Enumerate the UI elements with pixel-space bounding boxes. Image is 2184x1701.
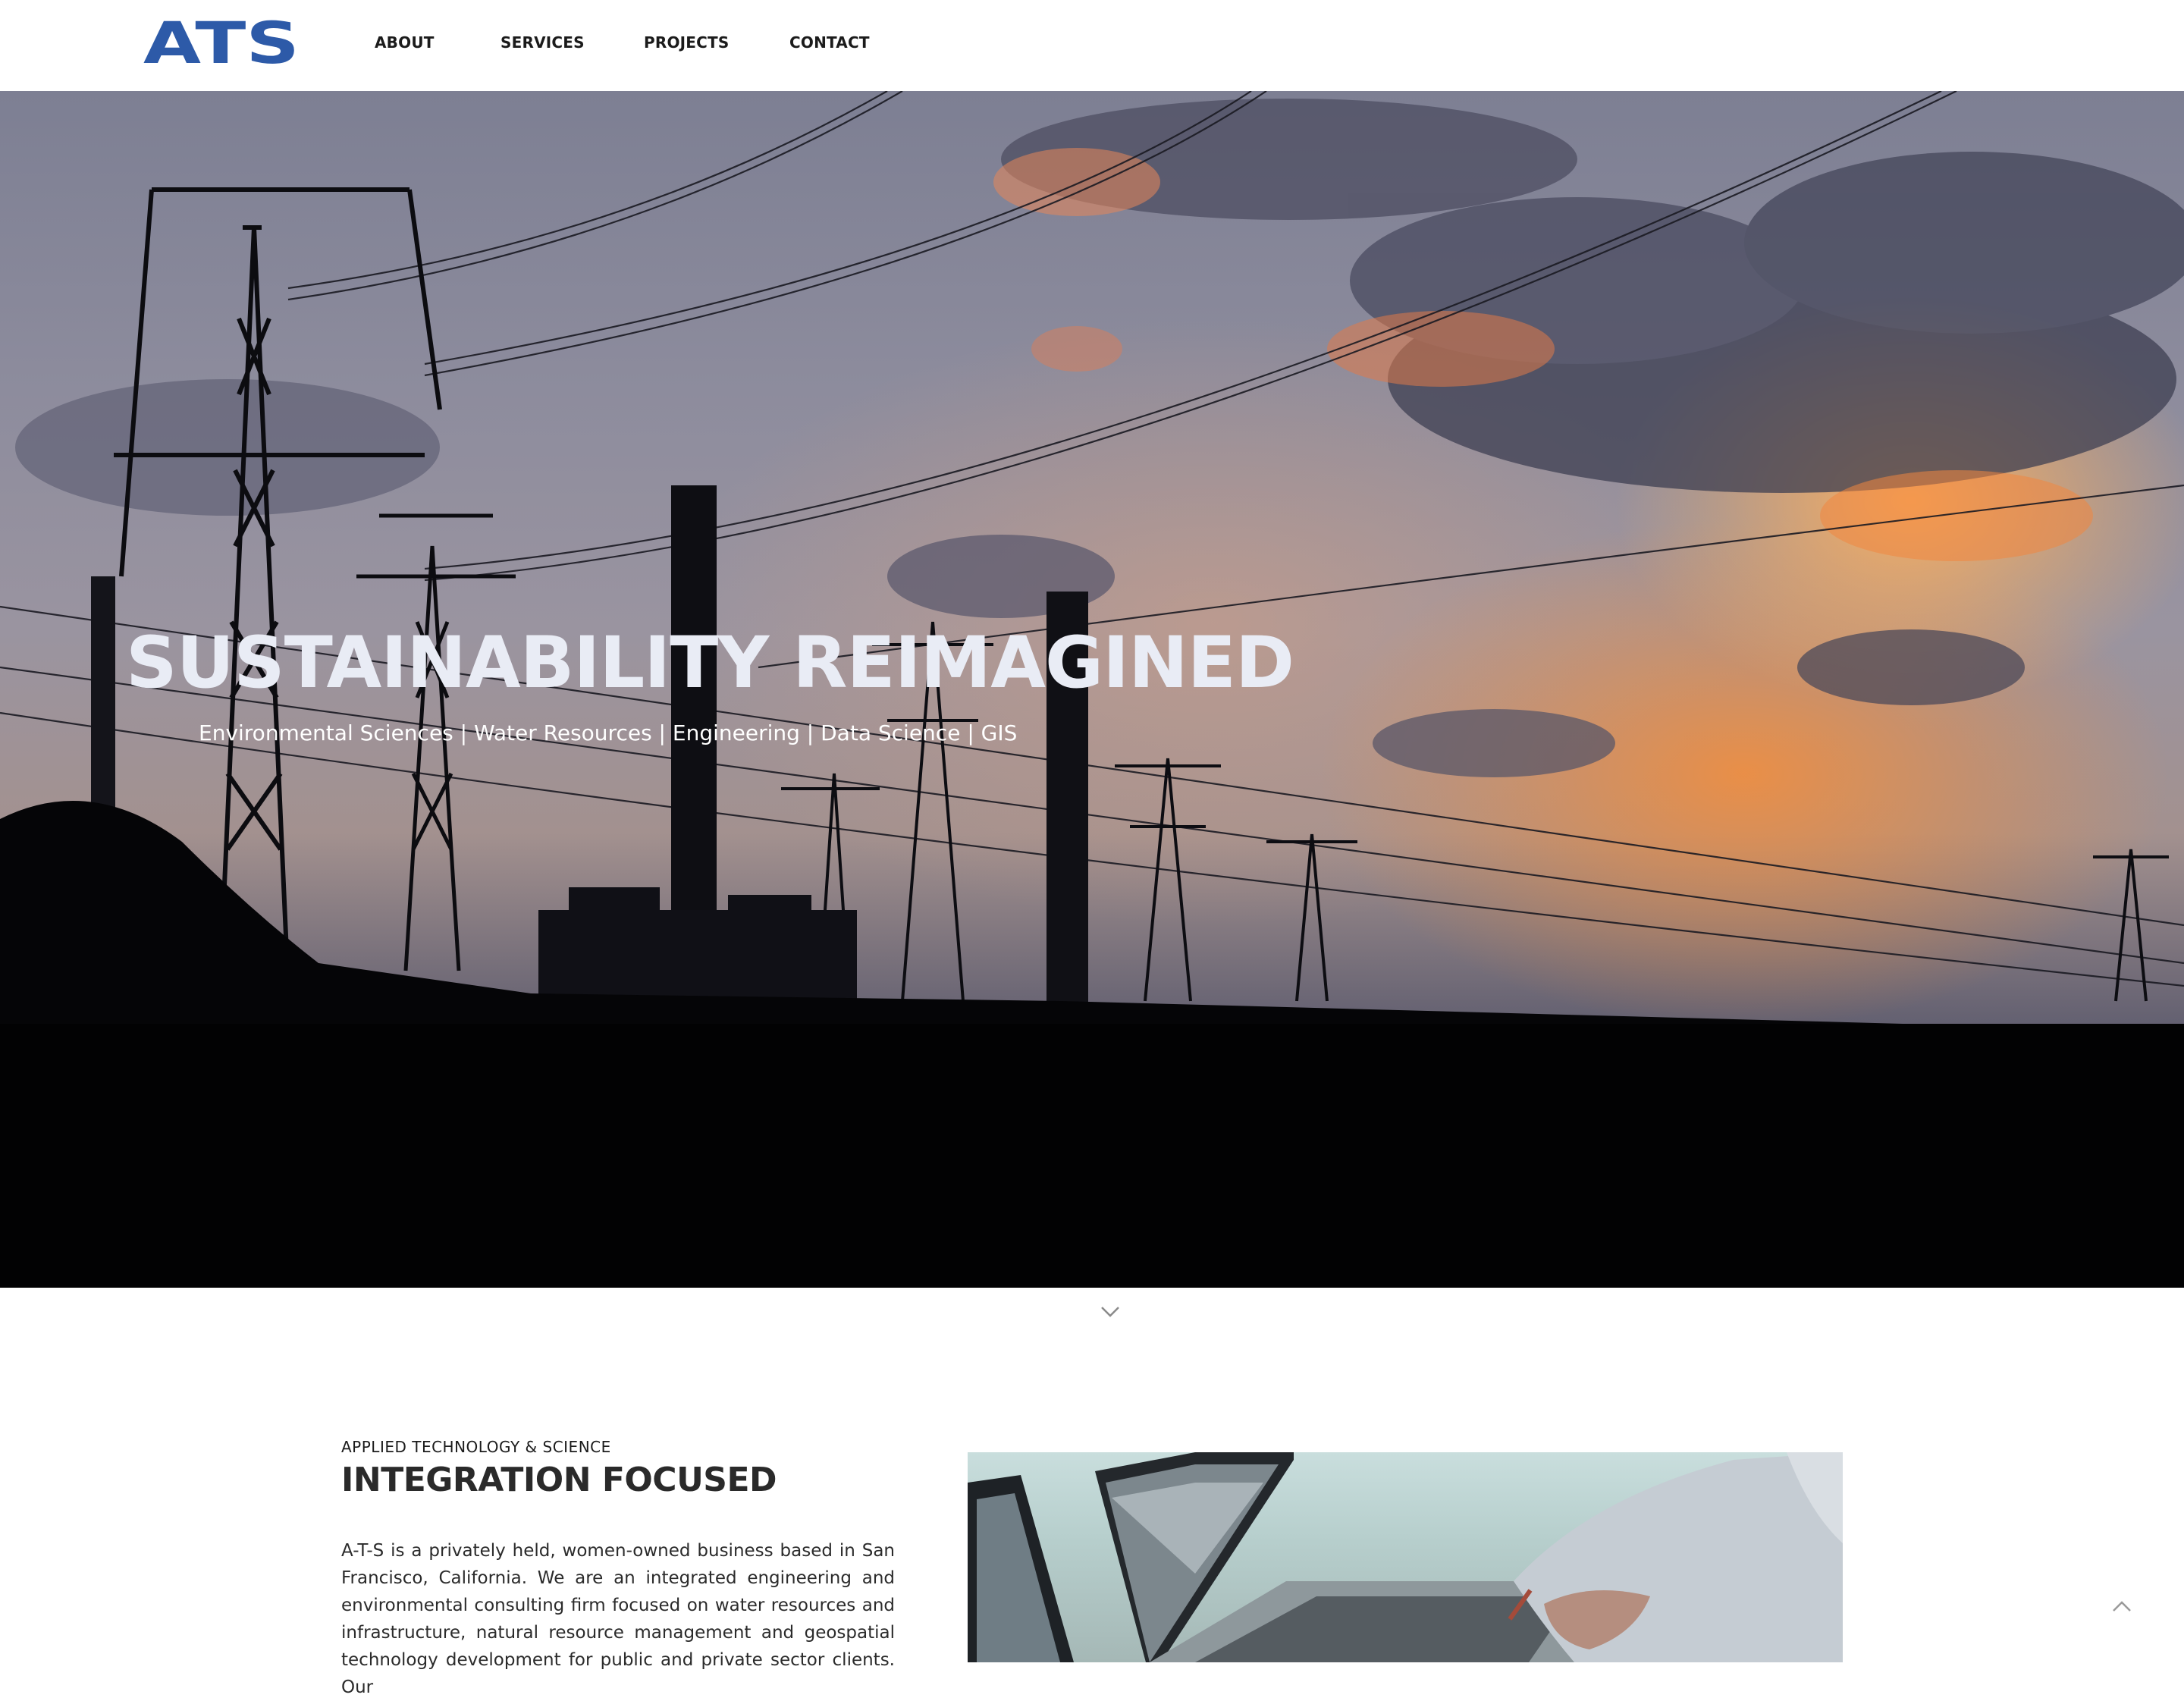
laptop-photo-image xyxy=(968,1452,1843,1662)
nav-item-about[interactable]: ABOUT xyxy=(375,33,435,52)
nav-item-services[interactable]: SERVICES xyxy=(500,33,585,52)
nav-item-projects[interactable]: PROJECTS xyxy=(644,33,730,52)
chevron-down-icon[interactable] xyxy=(1099,1303,1122,1321)
about-heading: INTEGRATION FOCUSED xyxy=(341,1461,777,1499)
site-header: ATS ABOUT SERVICES PROJECTS CONTACT xyxy=(0,0,2184,91)
hero-banner: SUSTAINABILITY REIMAGINED Environmental … xyxy=(0,91,2184,1288)
svg-text:ATS: ATS xyxy=(143,20,300,65)
about-body: A-T-S is a privately held, women-owned b… xyxy=(341,1541,895,1697)
about-photo xyxy=(968,1452,1843,1662)
hero-title: SUSTAINABILITY REIMAGINED xyxy=(126,622,1294,705)
chevron-up-icon[interactable] xyxy=(2111,1599,2132,1614)
nav-item-contact[interactable]: CONTACT xyxy=(789,33,870,52)
about-eyebrow: APPLIED TECHNOLOGY & SCIENCE xyxy=(341,1438,611,1456)
ats-logo[interactable]: ATS xyxy=(143,20,301,65)
hero-subtitle: Environmental Sciences | Water Resources… xyxy=(199,720,1018,745)
